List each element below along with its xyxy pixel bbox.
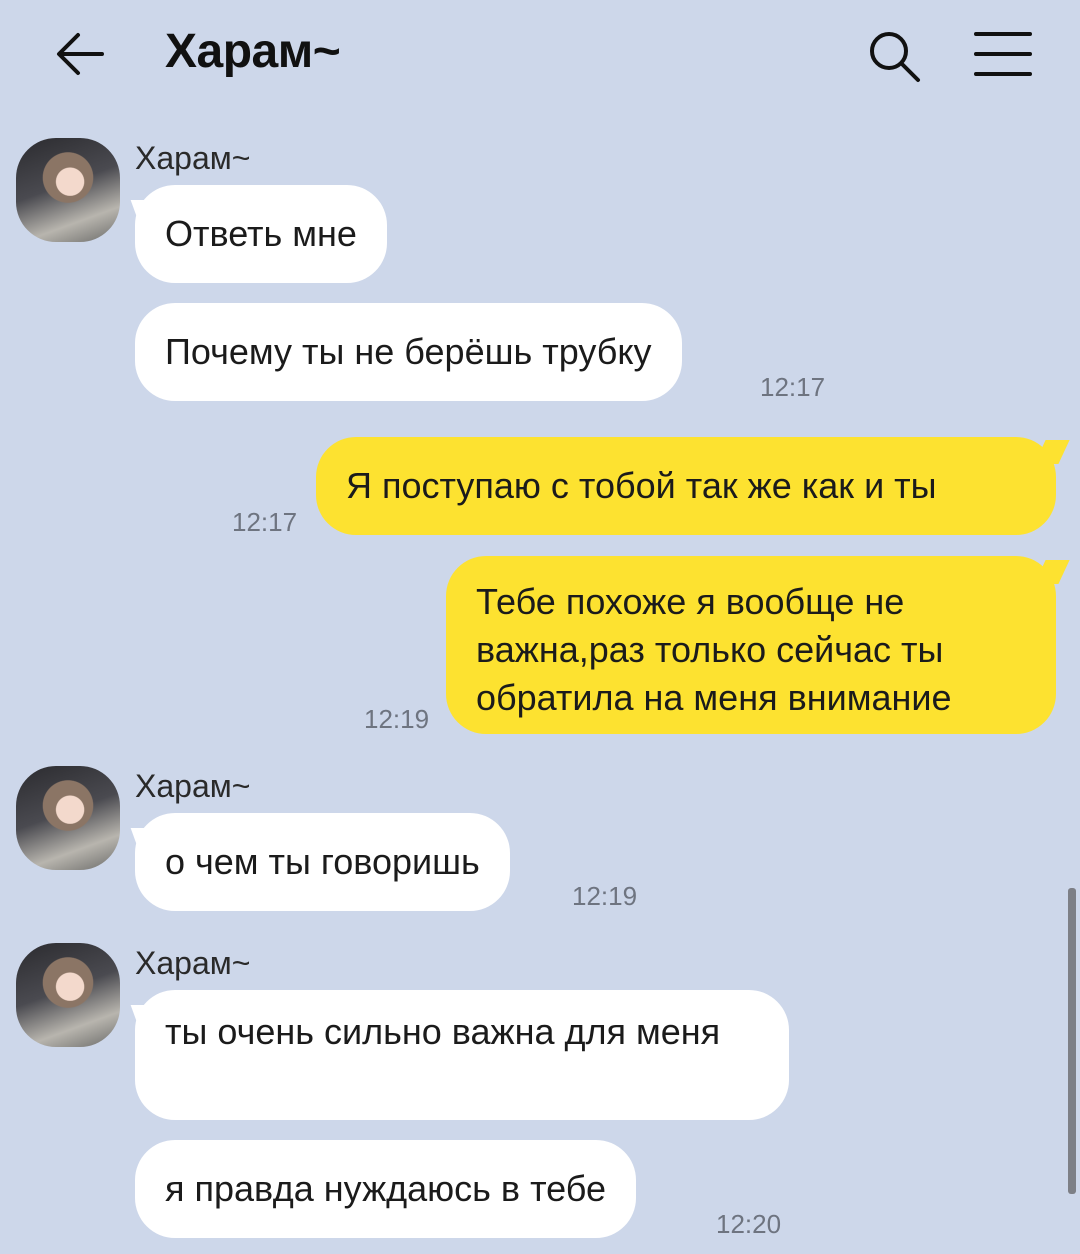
- sender-name: Харам~: [135, 140, 251, 176]
- sender-name: Харам~: [135, 768, 251, 804]
- chat-header: Харам~: [0, 0, 1080, 110]
- contact-avatar[interactable]: [16, 766, 120, 870]
- scrollbar[interactable]: [1068, 888, 1076, 1194]
- back-arrow-icon: [57, 33, 104, 75]
- incoming-message[interactable]: Почему ты не берёшь трубку: [135, 303, 682, 401]
- contact-avatar[interactable]: [16, 943, 120, 1047]
- outgoing-message[interactable]: Тебе похоже я вообще не важна,раз только…: [446, 556, 1056, 734]
- message-time: 12:19: [572, 881, 638, 911]
- message-time: 12:17: [232, 507, 298, 537]
- outgoing-message[interactable]: Я поступаю с тобой так же как и ты: [316, 437, 1056, 535]
- sender-name: Харам~: [135, 945, 251, 981]
- message-time: 12:20: [716, 1209, 782, 1239]
- incoming-message[interactable]: ты очень сильно важна для меня: [135, 990, 789, 1120]
- search-button[interactable]: [866, 28, 922, 84]
- incoming-message[interactable]: о чем ты говоришь: [135, 813, 510, 911]
- menu-icon: [974, 32, 1032, 76]
- chat-title: Харам~: [165, 25, 341, 78]
- back-button[interactable]: [52, 26, 108, 82]
- incoming-message[interactable]: Ответь мне: [135, 185, 387, 283]
- message-time: 12:17: [760, 372, 826, 402]
- message-time: 12:19: [364, 704, 430, 734]
- menu-button[interactable]: [972, 28, 1034, 80]
- incoming-message[interactable]: я правда нуждаюсь в тебе: [135, 1140, 636, 1238]
- contact-avatar[interactable]: [16, 138, 120, 242]
- search-icon: [870, 32, 920, 82]
